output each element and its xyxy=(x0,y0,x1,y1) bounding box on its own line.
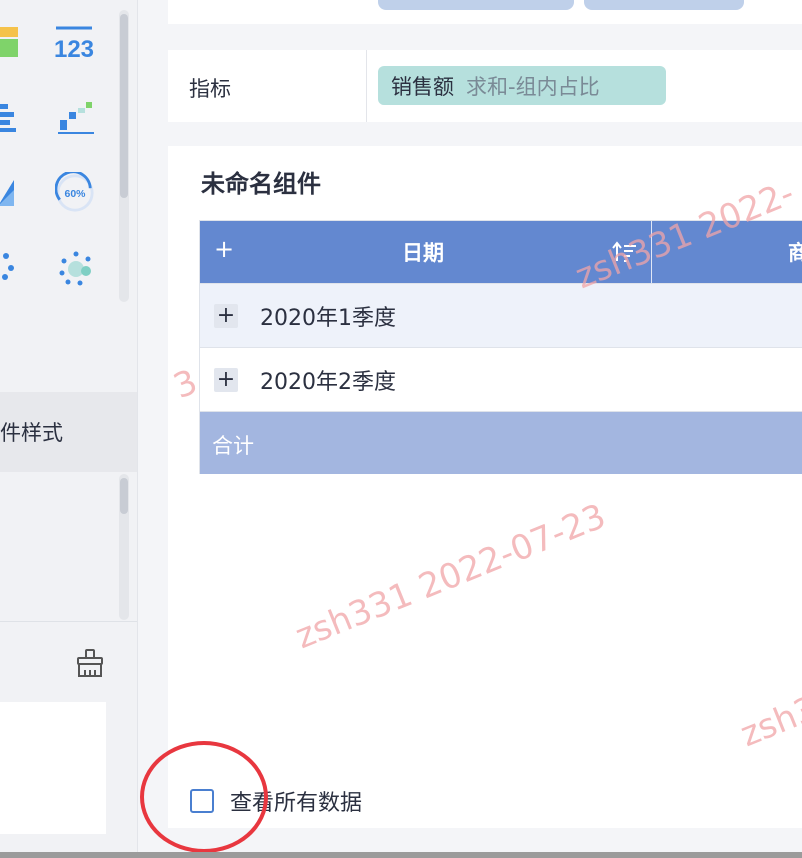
view-all-data-label: 查看所有数据 xyxy=(230,791,363,816)
total-label: 合计 xyxy=(212,434,254,458)
chart-grid-scrollbar-thumb[interactable] xyxy=(120,14,128,198)
table-cell: 2020年1季度 xyxy=(260,306,396,331)
gauge-text: 60% xyxy=(65,189,87,200)
dimension-pill[interactable] xyxy=(378,0,574,10)
widget-title[interactable]: 未命名组件 xyxy=(201,164,321,199)
left-panel: 123 60% 件样式 xyxy=(0,0,138,858)
gauge-icon[interactable]: 60% xyxy=(55,172,95,213)
style-settings-scrollbar-thumb[interactable] xyxy=(120,478,128,514)
area-chart-icon[interactable] xyxy=(0,172,18,212)
format-brush-button[interactable] xyxy=(74,647,106,679)
metric-label: 指标 xyxy=(189,77,231,101)
style-settings-scrollbar[interactable] xyxy=(119,474,129,620)
number-card-icon[interactable]: 123 xyxy=(54,24,94,64)
dimension-row xyxy=(168,0,802,24)
row-expand-button[interactable]: + xyxy=(214,304,238,328)
waterfall-chart-icon[interactable] xyxy=(56,98,96,138)
dimension-pill[interactable] xyxy=(584,0,744,10)
tab-component-style-label: 件样式 xyxy=(0,421,63,445)
table-row: + 2020年1季度 xyxy=(200,283,802,347)
metric-field-pill[interactable]: 销售额 求和-组内占比 xyxy=(378,66,666,105)
sort-icon[interactable] xyxy=(612,239,638,265)
data-table: + 日期 商 + 2020年1季度 + 2020年2季度 合计 xyxy=(199,220,802,474)
column-header-date[interactable]: 日期 xyxy=(402,237,444,267)
number-card-text: 123 xyxy=(54,36,94,63)
view-all-data-toggle[interactable]: 查看所有数据 xyxy=(190,785,362,817)
divider xyxy=(0,621,137,622)
metric-row: 指标 销售额 求和-组内占比 xyxy=(168,50,802,122)
chart-type-grid: 123 60% xyxy=(0,0,137,300)
stacked-bar-icon[interactable] xyxy=(0,98,20,138)
view-all-data-checkbox[interactable] xyxy=(190,789,214,813)
table-total-row: 合计 xyxy=(200,411,802,474)
metric-field-name: 销售额 xyxy=(391,74,454,99)
row-expand-button[interactable]: + xyxy=(214,368,238,392)
column-separator xyxy=(651,221,652,283)
chart-grid-scrollbar[interactable] xyxy=(119,10,129,302)
table-row: + 2020年2季度 xyxy=(200,347,802,411)
table-cell: 2020年2季度 xyxy=(260,370,396,395)
column-header-2[interactable]: 商 xyxy=(788,237,802,267)
bar-chart-icon[interactable] xyxy=(0,22,24,62)
widget-preview: 未命名组件 + 日期 商 + 2020年1季度 + 2020年2季度 合计 xyxy=(168,146,802,828)
metric-aggregation: 求和-组内占比 xyxy=(466,74,600,99)
table-header: + 日期 商 xyxy=(200,220,802,283)
preview-card xyxy=(0,702,106,834)
brush-icon xyxy=(77,649,103,677)
tab-component-style[interactable]: 件样式 xyxy=(0,392,137,472)
bubble-chart-icon[interactable] xyxy=(56,249,96,289)
bottom-edge xyxy=(0,852,802,858)
expand-all-button[interactable]: + xyxy=(214,235,234,263)
divider xyxy=(366,50,367,122)
style-settings-area xyxy=(0,472,137,622)
scatter-icon[interactable] xyxy=(0,246,20,286)
